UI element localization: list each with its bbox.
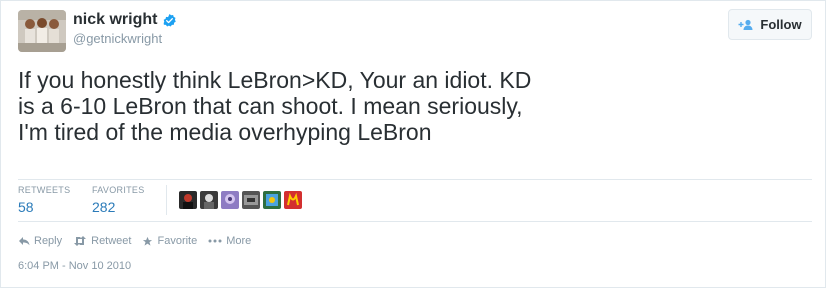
avatar[interactable] xyxy=(18,10,66,52)
favoriter-avatar[interactable] xyxy=(221,191,239,209)
follow-button-label: Follow xyxy=(760,17,802,32)
tweet-text: If you honestly think LeBron>KD, Your an… xyxy=(18,67,532,145)
reply-action[interactable]: Reply xyxy=(18,235,62,247)
star-icon xyxy=(143,236,153,246)
favorites-stat[interactable]: FAVORITES 282 xyxy=(92,185,145,215)
tweet-card: nick wright @getnickwright Follow If you… xyxy=(0,0,826,288)
retweets-stat[interactable]: RETWEETS 58 xyxy=(18,185,70,215)
favoriter-avatar[interactable] xyxy=(179,191,197,209)
retweets-count[interactable]: 58 xyxy=(18,199,70,215)
favorite-action[interactable]: Favorite xyxy=(142,235,197,247)
favoriter-avatar[interactable] xyxy=(200,191,218,209)
favorites-label: FAVORITES xyxy=(92,185,145,195)
reply-label: Reply xyxy=(34,235,63,247)
retweets-label: RETWEETS xyxy=(18,185,71,195)
stats-divider xyxy=(166,185,167,215)
verified-badge-icon xyxy=(163,13,177,26)
tweet-timestamp[interactable]: 6:04 PM - Nov 10 2010 xyxy=(18,260,131,272)
favorites-count[interactable]: 282 xyxy=(92,199,145,215)
more-dots-icon xyxy=(208,239,222,243)
favoriter-avatars xyxy=(179,191,302,209)
more-action[interactable]: More xyxy=(208,235,251,247)
display-name[interactable]: nick wright xyxy=(73,11,157,29)
tweet-actions: Reply Retweet Favorite More xyxy=(18,235,262,247)
favoriter-avatar[interactable] xyxy=(284,191,302,209)
tweet-stats: RETWEETS 58 FAVORITES 282 xyxy=(18,179,812,222)
more-label: More xyxy=(226,235,252,247)
avatar-photo-icon xyxy=(18,10,66,52)
reply-icon xyxy=(19,237,30,246)
retweet-icon xyxy=(74,236,87,246)
retweet-action[interactable]: Retweet xyxy=(73,235,131,247)
favorite-label: Favorite xyxy=(157,235,198,247)
favoriter-avatar[interactable] xyxy=(242,191,260,209)
favoriter-avatar[interactable] xyxy=(263,191,281,209)
user-handle[interactable]: @getnickwright xyxy=(73,31,162,46)
follow-button[interactable]: Follow xyxy=(728,9,812,40)
add-user-icon xyxy=(738,19,753,30)
user-name-row: nick wright xyxy=(73,11,177,29)
retweet-label: Retweet xyxy=(91,235,132,247)
